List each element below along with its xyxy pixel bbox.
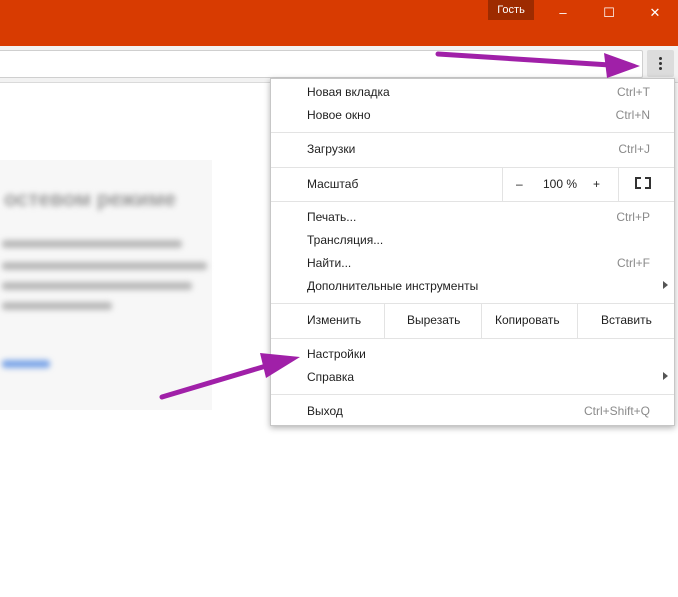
menu-item-shortcut: Ctrl+N xyxy=(615,108,650,122)
menu-item-more-tools[interactable]: Дополнительные инструменты xyxy=(271,276,674,299)
menu-item-label: Трансляция... xyxy=(307,233,384,247)
menu-separator xyxy=(271,167,674,168)
cut-button[interactable]: Вырезать xyxy=(407,313,460,327)
submenu-arrow-icon xyxy=(663,372,668,380)
zoom-level-value: 100 % xyxy=(543,177,578,191)
menu-item-shortcut: Ctrl+T xyxy=(617,85,650,99)
page-link[interactable] xyxy=(2,360,50,368)
menu-item-label: Настройки xyxy=(307,347,366,361)
close-window-button[interactable]: ✕ xyxy=(632,0,678,26)
menu-item-shortcut: Ctrl+J xyxy=(618,142,650,156)
copy-button[interactable]: Копировать xyxy=(495,313,560,327)
menu-item-shortcut: Ctrl+P xyxy=(616,210,650,224)
menu-item-downloads[interactable]: Загрузки Ctrl+J xyxy=(271,139,674,162)
edit-divider xyxy=(481,304,482,338)
edit-label: Изменить xyxy=(307,313,362,327)
menu-separator xyxy=(271,394,674,395)
browser-main-menu: Новая вкладка Ctrl+T Новое окно Ctrl+N З… xyxy=(270,78,675,426)
menu-item-shortcut: Ctrl+F xyxy=(617,256,650,270)
page-text-line xyxy=(2,282,192,290)
fullscreen-icon[interactable] xyxy=(635,177,651,189)
menu-item-label: Найти... xyxy=(307,256,352,270)
menu-item-label: Справка xyxy=(307,370,355,384)
zoom-divider xyxy=(502,168,503,201)
zoom-in-button[interactable]: + xyxy=(593,177,600,191)
menu-separator xyxy=(271,201,674,202)
menu-item-find[interactable]: Найти... Ctrl+F xyxy=(271,253,674,276)
menu-separator xyxy=(271,132,674,133)
zoom-divider xyxy=(618,168,619,201)
zoom-label: Масштаб xyxy=(307,177,359,191)
menu-item-label: Выход xyxy=(307,404,343,418)
menu-item-label: Дополнительные инструменты xyxy=(307,279,479,293)
page-text-line xyxy=(2,240,182,248)
page-text-line xyxy=(2,262,207,270)
menu-separator xyxy=(271,338,674,339)
guest-profile-badge[interactable]: Гость xyxy=(488,0,534,20)
address-bar[interactable] xyxy=(0,50,643,78)
menu-item-cast[interactable]: Трансляция... xyxy=(271,230,674,253)
menu-item-label: Загрузки xyxy=(307,142,356,156)
page-heading: остевом режиме xyxy=(4,188,176,211)
menu-item-new-tab[interactable]: Новая вкладка Ctrl+T xyxy=(271,82,674,105)
menu-item-label: Новое окно xyxy=(307,108,371,122)
menu-item-label: Печать... xyxy=(307,210,357,224)
edit-divider xyxy=(384,304,385,338)
submenu-arrow-icon xyxy=(663,281,668,289)
menu-item-exit[interactable]: Выход Ctrl+Shift+Q xyxy=(271,401,674,424)
menu-item-settings[interactable]: Настройки xyxy=(271,344,674,367)
menu-separator xyxy=(271,303,674,304)
menu-item-print[interactable]: Печать... Ctrl+P xyxy=(271,207,674,230)
menu-item-shortcut: Ctrl+Shift+Q xyxy=(583,404,650,418)
browser-menu-button[interactable] xyxy=(647,50,674,77)
menu-item-help[interactable]: Справка xyxy=(271,367,674,390)
minimize-button[interactable]: – xyxy=(540,0,586,26)
menu-item-label: Новая вкладка xyxy=(307,85,390,99)
page-text-line xyxy=(2,302,112,310)
menu-item-new-window[interactable]: Новое окно Ctrl+N xyxy=(271,105,674,128)
zoom-out-button[interactable]: – xyxy=(516,177,523,191)
paste-button[interactable]: Вставить xyxy=(601,313,652,327)
maximize-button[interactable]: ☐ xyxy=(586,0,632,26)
edit-divider xyxy=(577,304,578,338)
